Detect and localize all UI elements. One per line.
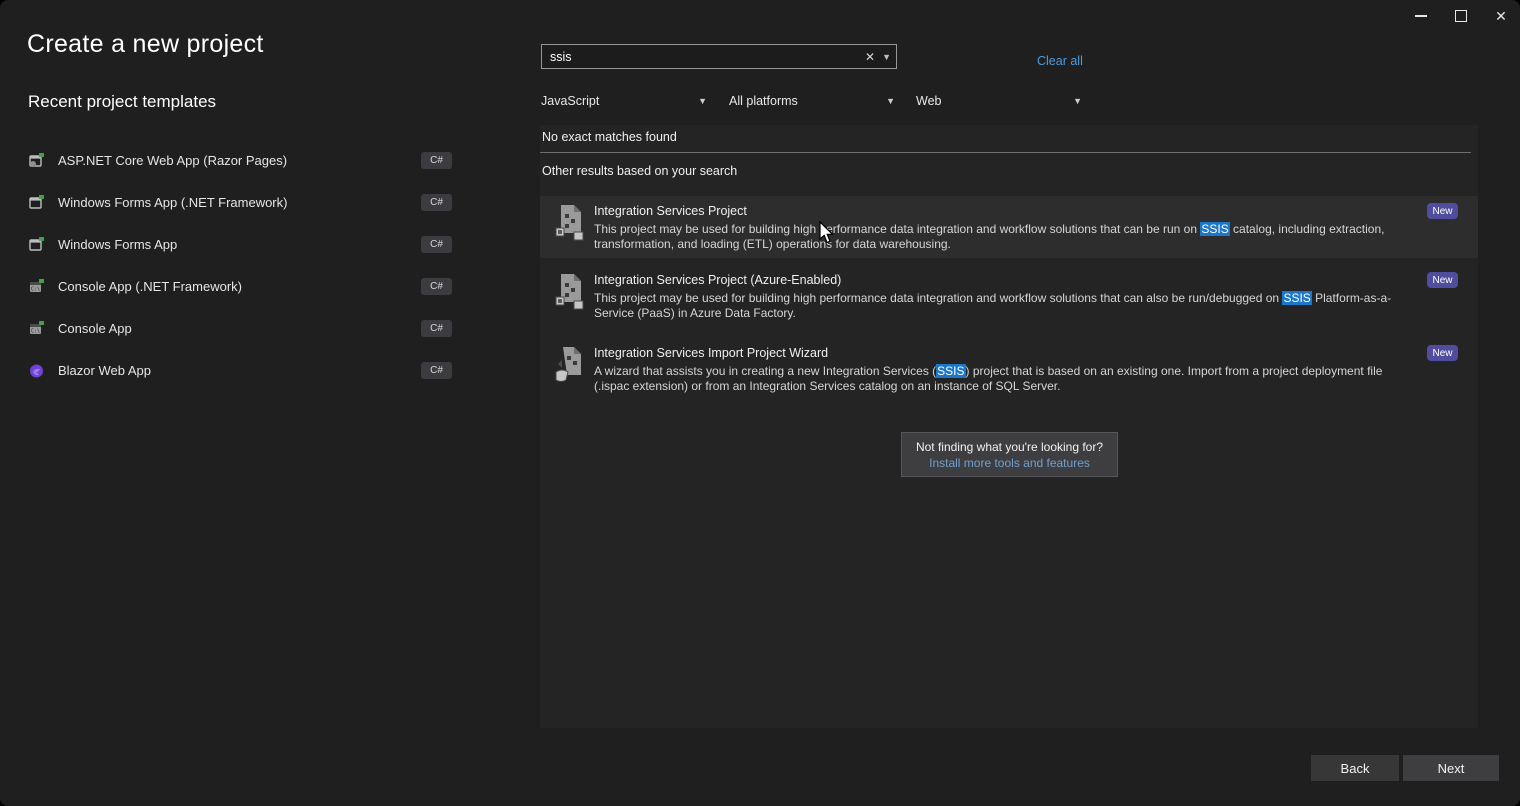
language-badge: C#: [421, 194, 452, 211]
template-item-winforms-framework[interactable]: Windows Forms App (.NET Framework) C#: [28, 181, 452, 223]
language-badge: C#: [421, 278, 452, 295]
project-type-filter-dropdown[interactable]: Web ▼: [916, 90, 1082, 112]
close-icon: ✕: [1495, 9, 1507, 23]
result-integration-services-project-azure[interactable]: Integration Services Project (Azure-Enab…: [540, 265, 1478, 331]
console-icon: C:\: [28, 278, 45, 295]
search-history-chevron-icon[interactable]: ▼: [882, 52, 891, 62]
search-results-panel: No exact matches found Other results bas…: [540, 125, 1478, 728]
next-button[interactable]: Next: [1403, 755, 1499, 781]
template-item-aspnet-core[interactable]: ASP.NET Core Web App (Razor Pages) C#: [28, 139, 452, 181]
not-finding-box: Not finding what you're looking for? Ins…: [901, 432, 1118, 477]
result-title: Integration Services Project: [594, 204, 747, 218]
project-type-filter-value: Web: [916, 94, 941, 108]
result-integration-services-project[interactable]: Integration Services Project This projec…: [540, 196, 1478, 258]
template-label: Console App (.NET Framework): [58, 279, 421, 294]
minimize-button[interactable]: [1405, 4, 1437, 28]
other-results-heading: Other results based on your search: [542, 164, 737, 178]
ssis-highlight: SSIS: [936, 364, 965, 378]
create-new-project-dialog: ✕ Create a new project Recent project te…: [0, 0, 1520, 806]
integration-services-project-icon: [554, 204, 584, 242]
template-item-console[interactable]: C:\ Console App C#: [28, 307, 452, 349]
new-badge: New: [1427, 345, 1458, 361]
chevron-down-icon: ▼: [698, 96, 707, 106]
clear-all-link[interactable]: Clear all: [1037, 54, 1083, 68]
chevron-down-icon: ▼: [886, 96, 895, 106]
template-item-blazor[interactable]: Blazor Web App C#: [28, 349, 452, 391]
blazor-icon: [28, 362, 45, 379]
template-search-box[interactable]: ✕ ▼: [541, 44, 897, 69]
svg-text:C:\: C:\: [31, 286, 40, 292]
integration-services-azure-icon: [554, 273, 584, 311]
winforms-icon: [28, 236, 45, 253]
result-title: Integration Services Project (Azure-Enab…: [594, 273, 841, 287]
install-more-tools-link[interactable]: Install more tools and features: [902, 456, 1117, 470]
aspnet-core-web-app-icon: [28, 152, 45, 169]
platform-filter-value: All platforms: [729, 94, 798, 108]
result-import-project-wizard[interactable]: Integration Services Import Project Wiza…: [540, 338, 1478, 400]
back-button[interactable]: Back: [1311, 755, 1399, 781]
result-description: This project may be used for building hi…: [594, 222, 1406, 252]
language-filter-dropdown[interactable]: JavaScript ▼: [541, 90, 707, 112]
result-description: A wizard that assists you in creating a …: [594, 364, 1406, 394]
template-label: Windows Forms App: [58, 237, 421, 252]
language-badge: C#: [421, 362, 452, 379]
close-button[interactable]: ✕: [1485, 4, 1517, 28]
result-title: Integration Services Import Project Wiza…: [594, 346, 828, 360]
new-badge: New: [1427, 203, 1458, 219]
chevron-down-icon: ▼: [1073, 96, 1082, 106]
minimize-icon: [1415, 15, 1427, 17]
template-item-console-framework[interactable]: C:\ Console App (.NET Framework) C#: [28, 265, 452, 307]
recent-template-list: ASP.NET Core Web App (Razor Pages) C# Wi…: [28, 139, 452, 391]
template-label: ASP.NET Core Web App (Razor Pages): [58, 153, 421, 168]
no-exact-matches-text: No exact matches found: [542, 130, 677, 144]
results-divider: [540, 152, 1471, 153]
language-badge: C#: [421, 236, 452, 253]
recent-templates-heading: Recent project templates: [28, 92, 216, 112]
template-label: Blazor Web App: [58, 363, 421, 378]
search-input[interactable]: [542, 50, 865, 64]
maximize-icon: [1455, 10, 1467, 22]
ssis-highlight: SSIS: [1200, 222, 1229, 236]
not-finding-text: Not finding what you're looking for?: [902, 440, 1117, 454]
platform-filter-dropdown[interactable]: All platforms ▼: [729, 90, 895, 112]
new-badge: New: [1427, 272, 1458, 288]
language-filter-value: JavaScript: [541, 94, 599, 108]
template-label: Windows Forms App (.NET Framework): [58, 195, 421, 210]
template-item-winforms[interactable]: Windows Forms App C#: [28, 223, 452, 265]
import-project-wizard-icon: [554, 346, 584, 384]
language-badge: C#: [421, 152, 452, 169]
language-badge: C#: [421, 320, 452, 337]
winforms-icon: [28, 194, 45, 211]
console-icon: C:\: [28, 320, 45, 337]
maximize-button[interactable]: [1445, 4, 1477, 28]
result-description: This project may be used for building hi…: [594, 291, 1406, 321]
svg-text:C:\: C:\: [31, 328, 40, 334]
clear-search-icon[interactable]: ✕: [865, 50, 875, 64]
ssis-highlight: SSIS: [1282, 291, 1311, 305]
template-label: Console App: [58, 321, 421, 336]
page-title: Create a new project: [27, 30, 264, 59]
